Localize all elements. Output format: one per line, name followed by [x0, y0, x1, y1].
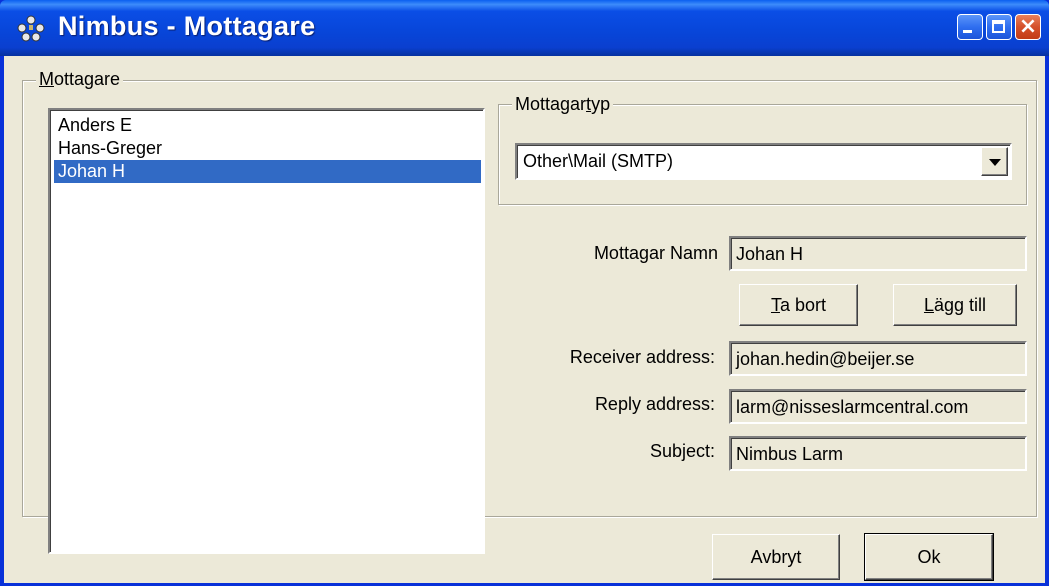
subject-label: Subject:	[649, 441, 715, 461]
nimbus-recipients-window: Nimbus - Mottagare × Mottagare Anders E …	[0, 0, 1049, 586]
chevron-down-icon[interactable]	[981, 147, 1008, 176]
reply-address-label: Reply address:	[594, 394, 715, 414]
recipient-type-group-label: Mottagartyp	[512, 94, 614, 114]
add-button[interactable]: Lägg till	[893, 284, 1017, 326]
list-item[interactable]: Anders E	[54, 114, 481, 137]
receiver-address-label: Receiver address:	[569, 347, 715, 367]
recipient-type-dropdown[interactable]: Other\Mail (SMTP)	[515, 143, 1012, 180]
list-item-selected[interactable]: Johan H	[54, 160, 481, 183]
network-people-icon[interactable]	[14, 13, 48, 43]
window-title: Nimbus - Mottagare	[58, 11, 316, 41]
recipient-name-field[interactable]: Johan H	[729, 236, 1027, 271]
recipient-list[interactable]: Anders E Hans-Greger Johan H	[48, 108, 485, 554]
maximize-icon[interactable]	[986, 14, 1012, 40]
minimize-icon[interactable]	[957, 14, 983, 40]
cancel-button[interactable]: Avbryt	[712, 534, 840, 580]
subject-field[interactable]: Nimbus Larm	[729, 436, 1027, 471]
ok-button[interactable]: Ok	[864, 533, 994, 581]
remove-button[interactable]: Ta bort	[739, 284, 858, 326]
reply-address-field[interactable]: larm@nisseslarmcentral.com	[729, 389, 1027, 424]
list-item[interactable]: Hans-Greger	[54, 137, 481, 160]
recipient-type-value: Other\Mail (SMTP)	[523, 151, 674, 171]
dialog-client-area: Mottagare Anders E Hans-Greger Johan H M…	[4, 56, 1045, 583]
receiver-address-field[interactable]: johan.hedin@beijer.se	[729, 341, 1027, 376]
title-bar[interactable]: Nimbus - Mottagare ×	[0, 0, 1049, 56]
close-icon[interactable]: ×	[1015, 14, 1041, 40]
recipient-name-label: Mottagar Namn	[593, 243, 718, 263]
recipients-group-label: Mottagare	[36, 69, 124, 89]
